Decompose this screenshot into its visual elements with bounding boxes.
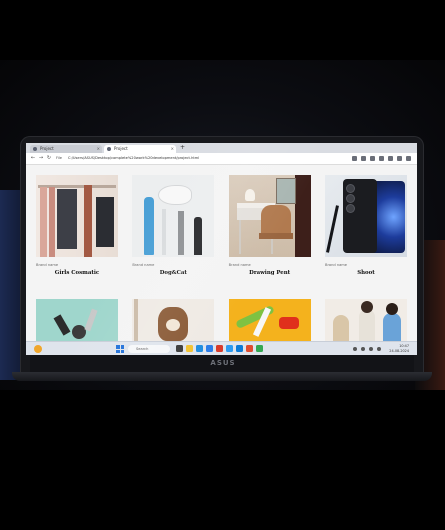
product-brand: Brand name xyxy=(36,263,59,267)
product-title: Shoot xyxy=(357,270,375,276)
extensions-icon[interactable] xyxy=(370,156,375,161)
task-view-icon[interactable] xyxy=(176,345,183,352)
browser-tab[interactable]: Project × xyxy=(30,145,102,153)
tab-label: Project xyxy=(114,146,128,151)
product-card[interactable] xyxy=(36,299,118,341)
product-card[interactable]: Brand name Girls Cosmatic xyxy=(36,175,118,276)
product-title: Girls Cosmatic xyxy=(54,270,100,276)
product-card[interactable] xyxy=(132,299,215,341)
browser-tab-active[interactable]: Project × xyxy=(104,145,176,153)
laptop-base xyxy=(12,372,432,381)
address-bar: ← → ↻ File C:/Users/ASUS/Desktop/complet… xyxy=(26,153,417,165)
product-image-makeup xyxy=(36,299,118,341)
new-tab-button[interactable]: + xyxy=(180,143,185,153)
product-image-dog xyxy=(132,299,215,341)
taskbar-search[interactable]: Search xyxy=(128,345,170,353)
tab-label: Project xyxy=(40,146,54,151)
clock[interactable]: 10:47 24-08-2024 xyxy=(389,344,409,354)
product-card[interactable]: Brand name Shoot xyxy=(324,175,407,276)
vscode-icon[interactable] xyxy=(236,345,243,352)
product-image-models xyxy=(324,299,407,341)
battery-icon[interactable] xyxy=(377,347,381,351)
product-card[interactable]: Brand name Dog&Cat xyxy=(132,175,215,276)
tab-favicon-icon xyxy=(107,147,111,151)
windows-start-icon[interactable] xyxy=(116,345,124,353)
windows-taskbar: Search 10:47 24-08-2024 xyxy=(26,341,417,355)
favorites-icon[interactable] xyxy=(379,156,384,161)
edge-browser-icon[interactable] xyxy=(196,345,203,352)
office-icon[interactable] xyxy=(216,345,223,352)
product-image-pet-tools xyxy=(132,175,215,257)
file-label: File xyxy=(56,156,63,160)
product-image-paint xyxy=(228,299,311,341)
chrome-icon[interactable] xyxy=(256,345,263,352)
close-icon[interactable]: × xyxy=(171,145,174,153)
reload-icon[interactable]: ↻ xyxy=(45,154,53,162)
web-page: Brand name Girls Cosmatic Brand name Dog… xyxy=(26,165,417,341)
product-title: Drawing Pent xyxy=(249,270,291,276)
favorite-star-icon[interactable] xyxy=(361,156,366,161)
product-title: Dog&Cat xyxy=(159,270,187,276)
url-input[interactable]: C:/Users/ASUS/Desktop/complete%20work%20… xyxy=(68,155,318,162)
chevron-up-icon[interactable] xyxy=(353,347,357,351)
product-image-wardrobe xyxy=(36,175,118,257)
product-row: Brand name Girls Cosmatic Brand name Dog… xyxy=(36,175,407,276)
taskbar-apps xyxy=(176,345,263,353)
file-explorer-icon[interactable] xyxy=(186,345,193,352)
toolbar-icons xyxy=(352,155,411,162)
volume-icon[interactable] xyxy=(369,347,373,351)
product-row xyxy=(36,299,407,341)
wifi-icon[interactable] xyxy=(361,347,365,351)
forward-arrow-icon[interactable]: → xyxy=(37,154,45,162)
product-brand: Brand name xyxy=(228,263,251,267)
profile-icon[interactable] xyxy=(397,156,402,161)
photo: ASUS Project × Project × + ← → ↻ File C:… xyxy=(0,0,445,530)
app-icon[interactable] xyxy=(246,345,253,352)
laptop-brand-logo: ASUS xyxy=(210,359,236,367)
clock-date: 24-08-2024 xyxy=(389,349,409,353)
product-card[interactable]: Brand name Drawing Pent xyxy=(228,175,311,276)
system-tray: 10:47 24-08-2024 xyxy=(349,344,409,354)
close-icon[interactable]: × xyxy=(97,145,100,153)
store-icon[interactable] xyxy=(206,345,213,352)
product-image-desk xyxy=(228,175,311,257)
product-brand: Brand name xyxy=(324,263,348,267)
browser-tab-bar: Project × Project × + xyxy=(26,143,417,153)
tab-favicon-icon xyxy=(33,147,37,151)
collections-icon[interactable] xyxy=(388,156,393,161)
mail-icon[interactable] xyxy=(226,345,233,352)
product-image-smartphone xyxy=(324,175,407,257)
product-brand: Brand name xyxy=(132,263,155,267)
laptop-screen: Project × Project × + ← → ↻ File C:/User… xyxy=(26,143,417,355)
back-arrow-icon[interactable]: ← xyxy=(29,154,37,162)
read-aloud-icon[interactable] xyxy=(352,156,357,161)
product-card[interactable] xyxy=(228,299,311,341)
product-card[interactable] xyxy=(324,299,407,341)
more-menu-icon[interactable] xyxy=(406,156,411,161)
weather-icon[interactable] xyxy=(34,345,42,353)
